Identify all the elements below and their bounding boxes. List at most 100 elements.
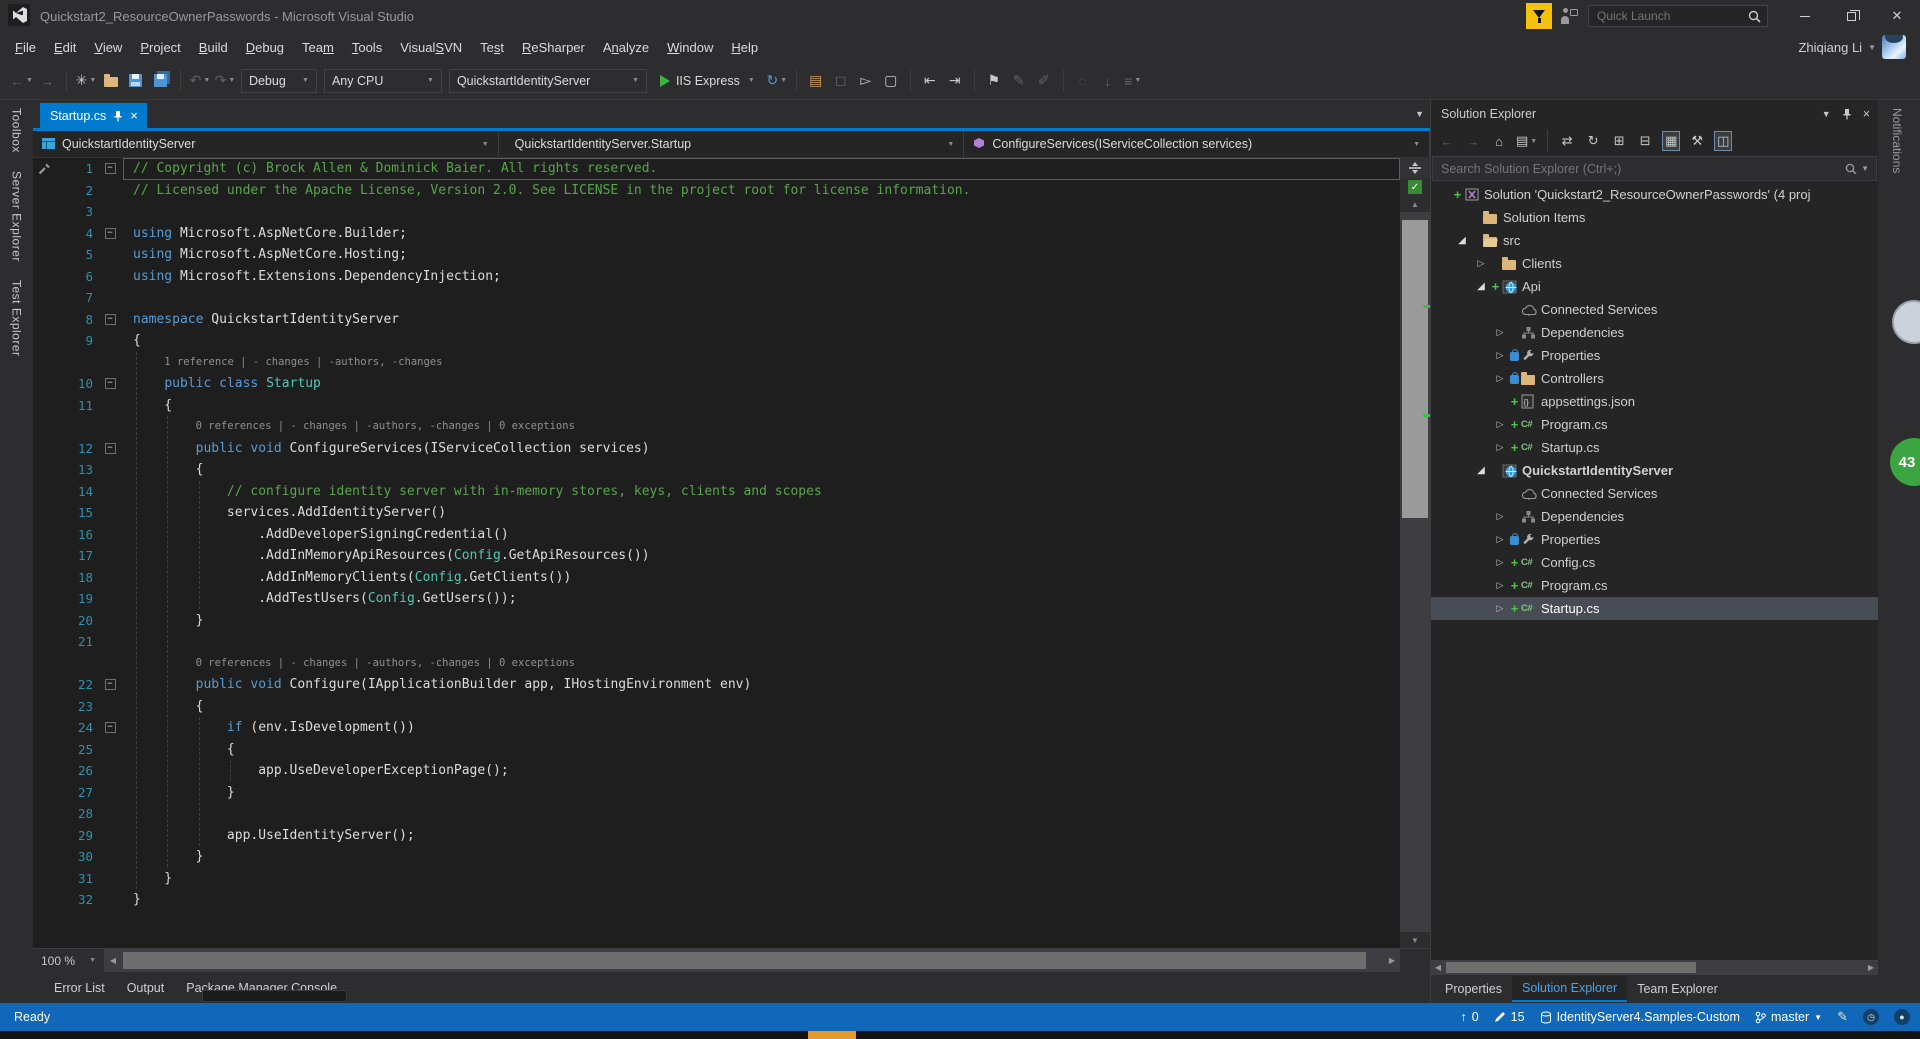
code-window-icon[interactable]: ▢ bbox=[880, 69, 902, 93]
breakpoint-margin[interactable] bbox=[33, 545, 55, 567]
menu-visualsvn[interactable]: VisualSVN bbox=[391, 36, 471, 59]
quick-launch-input[interactable] bbox=[1595, 8, 1748, 24]
close-icon[interactable]: × bbox=[1863, 107, 1870, 121]
code-editor[interactable]: 1−// Copyright (c) Brock Allen & Dominic… bbox=[33, 158, 1400, 948]
fold-margin[interactable]: − bbox=[97, 717, 123, 739]
sync-with-active-document-icon[interactable]: ⇄ bbox=[1558, 131, 1576, 151]
show-all-files-icon[interactable]: ▦ bbox=[1662, 131, 1680, 151]
fold-margin[interactable]: − bbox=[97, 223, 123, 245]
codelens-indicator[interactable]: 1 reference | - changes | -authors, -cha… bbox=[33, 352, 1400, 374]
breakpoint-margin[interactable] bbox=[33, 889, 55, 911]
startup-project-select[interactable]: QuickstartIdentityServer▼ bbox=[449, 69, 647, 93]
new-project-icon[interactable]: ✳▼ bbox=[75, 69, 97, 93]
window-position-chevron-icon[interactable]: ▼ bbox=[1822, 109, 1831, 119]
refresh-icon[interactable]: ↻ bbox=[1584, 131, 1602, 151]
close-icon[interactable]: × bbox=[130, 109, 138, 122]
breakpoint-margin[interactable] bbox=[33, 223, 55, 245]
fold-margin[interactable] bbox=[97, 739, 123, 761]
tab-error-list[interactable]: Error List bbox=[43, 981, 116, 995]
breakpoint-margin[interactable] bbox=[33, 524, 55, 546]
code-line-13[interactable]: 13 { bbox=[33, 459, 1400, 481]
fold-margin[interactable]: − bbox=[97, 674, 123, 696]
breakpoint-margin[interactable] bbox=[33, 309, 55, 331]
find-symbol-icon[interactable]: ◌ bbox=[1072, 69, 1094, 93]
switch-views-icon[interactable]: ▤▼ bbox=[1516, 131, 1537, 151]
breakpoint-margin[interactable] bbox=[33, 438, 55, 460]
attach-to-process-icon[interactable]: ▤ bbox=[805, 69, 827, 93]
code-line-21[interactable]: 21 bbox=[33, 631, 1400, 653]
fold-margin[interactable] bbox=[97, 782, 123, 804]
fold-margin[interactable] bbox=[97, 610, 123, 632]
horizontal-scrollbar[interactable]: ◀ ▶ bbox=[105, 949, 1400, 972]
status-notification-icon[interactable]: ● bbox=[1894, 1009, 1910, 1025]
scroll-left-icon[interactable]: ◀ bbox=[105, 949, 121, 972]
collapse-region-icon[interactable]: − bbox=[105, 163, 116, 174]
tree-item-solution-items[interactable]: Solution Items bbox=[1431, 206, 1878, 229]
expand-icon[interactable]: ▷ bbox=[1492, 511, 1508, 522]
menu-help[interactable]: Help bbox=[722, 36, 767, 59]
home-icon[interactable]: ⌂ bbox=[1490, 131, 1508, 151]
expand-icon[interactable]: ▷ bbox=[1473, 258, 1489, 269]
code-line-4[interactable]: 4−using Microsoft.AspNetCore.Builder; bbox=[33, 223, 1400, 245]
tool-window-tab-server-explorer[interactable]: Server Explorer bbox=[10, 171, 24, 262]
code-line-7[interactable]: 7 bbox=[33, 287, 1400, 309]
fold-margin[interactable] bbox=[97, 889, 123, 911]
uncomment-icon[interactable]: ✐ bbox=[1033, 69, 1055, 93]
breakpoint-margin[interactable] bbox=[33, 201, 55, 223]
code-line-2[interactable]: 2// Licensed under the Apache License, V… bbox=[33, 180, 1400, 202]
fold-margin[interactable] bbox=[97, 287, 123, 309]
tree-item-startup-cs[interactable]: ▷+C#Startup.cs bbox=[1431, 436, 1878, 459]
expand-icon[interactable]: ▷ bbox=[1492, 534, 1508, 545]
floating-badge[interactable] bbox=[1892, 300, 1920, 344]
breakpoint-margin[interactable] bbox=[33, 760, 55, 782]
menu-file[interactable]: File bbox=[6, 36, 45, 59]
menu-analyze[interactable]: Analyze bbox=[594, 36, 658, 59]
status-clock-icon[interactable]: ◷ bbox=[1863, 1009, 1879, 1025]
fold-margin[interactable] bbox=[97, 244, 123, 266]
code-line-16[interactable]: 16 .AddDeveloperSigningCredential() bbox=[33, 524, 1400, 546]
fold-margin[interactable] bbox=[97, 330, 123, 352]
collapse-icon[interactable]: ◢ bbox=[1473, 465, 1489, 476]
fold-margin[interactable] bbox=[97, 567, 123, 589]
outgoing-commits[interactable]: ↑ 0 bbox=[1460, 1010, 1478, 1024]
tree-item-solution-quickstart2-resourceownerpasswords-4-proj[interactable]: +Solution 'Quickstart2_ResourceOwnerPass… bbox=[1431, 183, 1878, 206]
code-line-19[interactable]: 19 .AddTestUsers(Config.GetUsers()); bbox=[33, 588, 1400, 610]
tree-item-api[interactable]: ◢+Api bbox=[1431, 275, 1878, 298]
configuration-select[interactable]: Debug▼ bbox=[241, 69, 317, 93]
code-line-9[interactable]: 9{ bbox=[33, 330, 1400, 352]
code-line-32[interactable]: 32} bbox=[33, 889, 1400, 911]
pointer-icon[interactable]: ▻ bbox=[855, 69, 877, 93]
collapse-region-icon[interactable]: − bbox=[105, 314, 116, 325]
branch-indicator[interactable]: master ▼ bbox=[1755, 1010, 1822, 1024]
breakpoint-margin[interactable] bbox=[33, 287, 55, 309]
open-file-icon[interactable] bbox=[100, 69, 122, 93]
scroll-left-icon[interactable]: ◀ bbox=[1431, 960, 1445, 975]
forward-icon[interactable]: → bbox=[1464, 131, 1482, 151]
scrollbar-thumb[interactable] bbox=[123, 952, 1366, 969]
breakpoint-margin[interactable] bbox=[33, 674, 55, 696]
document-tab-startup-cs[interactable]: Startup.cs × bbox=[40, 103, 147, 128]
tree-item-dependencies[interactable]: ▷Dependencies bbox=[1431, 321, 1878, 344]
tab-properties[interactable]: Properties bbox=[1435, 977, 1512, 1001]
bookmark-icon[interactable]: ⚑ bbox=[983, 69, 1005, 93]
breakpoint-icon[interactable]: ◻ bbox=[830, 69, 852, 93]
fold-margin[interactable] bbox=[97, 180, 123, 202]
minimize-button[interactable] bbox=[1782, 1, 1828, 31]
comment-icon[interactable]: ✎ bbox=[1008, 69, 1030, 93]
collapse-region-icon[interactable]: − bbox=[105, 679, 116, 690]
expand-icon[interactable]: ▷ bbox=[1492, 419, 1508, 430]
fold-margin[interactable] bbox=[97, 545, 123, 567]
code-line-28[interactable]: 28 bbox=[33, 803, 1400, 825]
code-health-indicator[interactable]: ✓ bbox=[1400, 178, 1430, 196]
tree-item-config-cs[interactable]: ▷+C#Config.cs bbox=[1431, 551, 1878, 574]
code-line-23[interactable]: 23 { bbox=[33, 696, 1400, 718]
collapse-region-icon[interactable]: − bbox=[105, 443, 116, 454]
breakpoint-margin[interactable] bbox=[33, 373, 55, 395]
expand-icon[interactable]: ▷ bbox=[1492, 327, 1508, 338]
breakpoint-margin[interactable] bbox=[33, 180, 55, 202]
expand-icon[interactable]: ▷ bbox=[1492, 442, 1508, 453]
scrollbar-thumb[interactable] bbox=[1446, 962, 1696, 973]
code-line-14[interactable]: 14 // configure identity server with in-… bbox=[33, 481, 1400, 503]
feedback-icon[interactable] bbox=[1560, 8, 1578, 24]
document-list-chevron-icon[interactable]: ▼ bbox=[1415, 109, 1424, 119]
